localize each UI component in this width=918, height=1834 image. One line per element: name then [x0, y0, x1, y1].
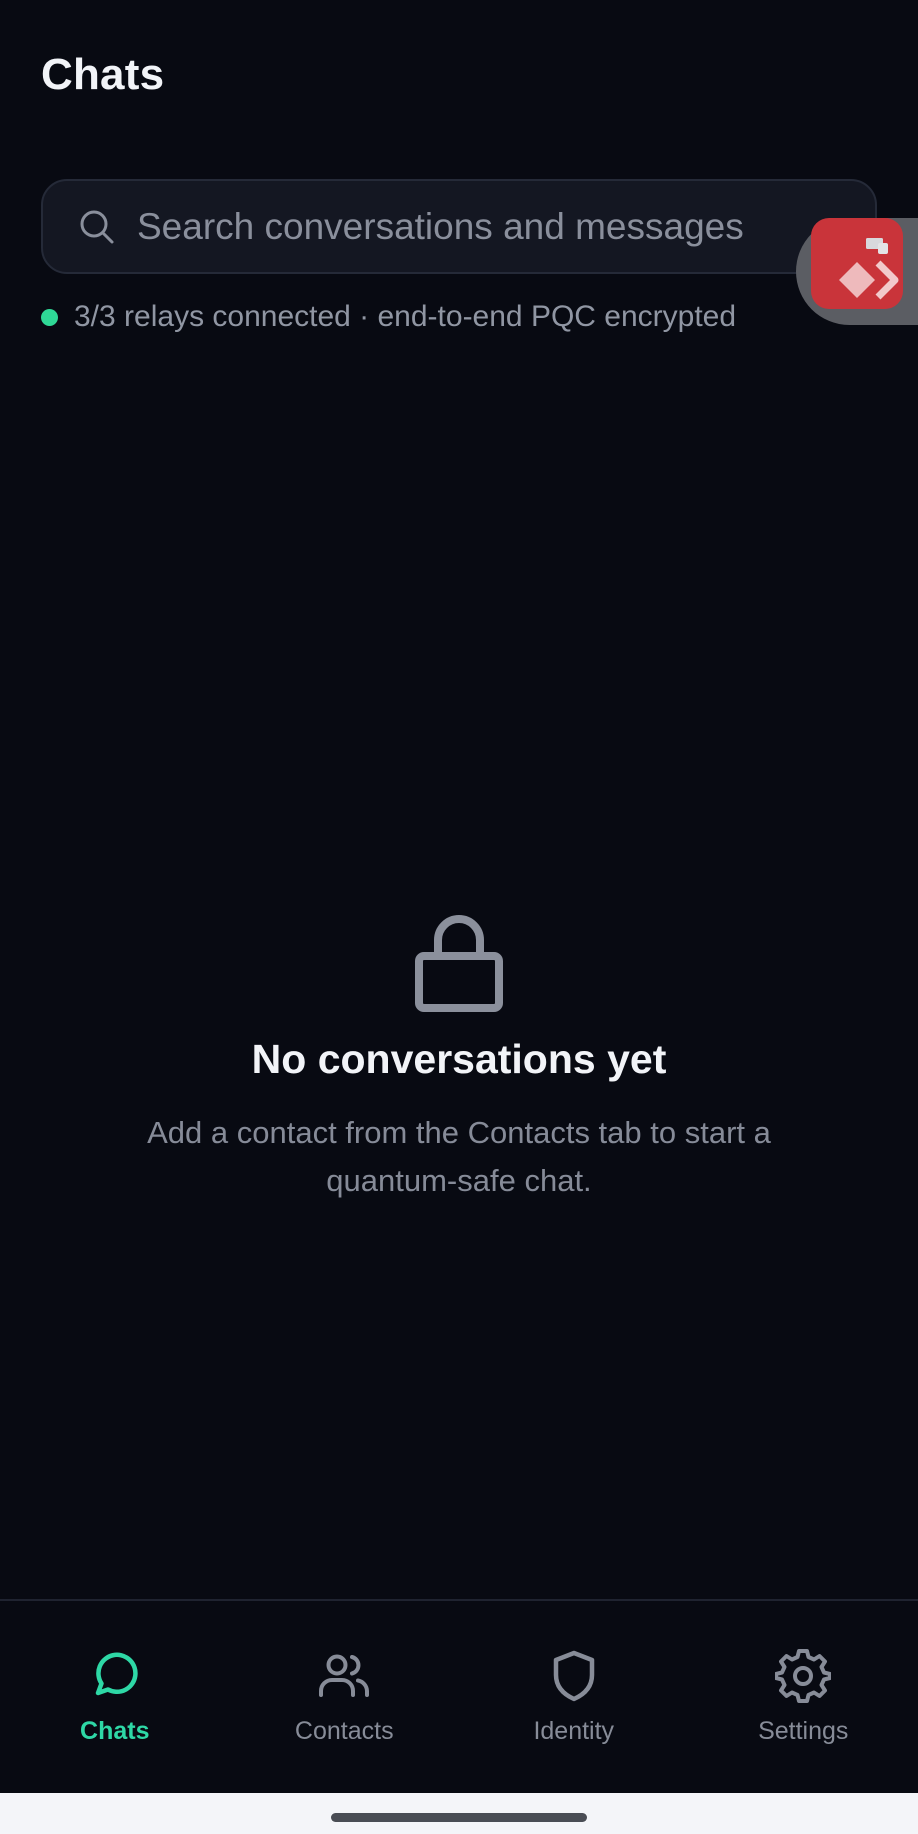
users-icon — [319, 1654, 370, 1697]
nav-label-settings: Settings — [758, 1717, 849, 1745]
status-indicator-dot — [41, 308, 58, 326]
page-title: Chats — [41, 50, 165, 99]
chats-screen: Chats 3/3 relays connected · end-to-end … — [0, 0, 918, 1834]
nav-item-identity[interactable]: Identity — [459, 1601, 689, 1793]
gear-icon — [775, 1649, 832, 1703]
search-icon — [80, 210, 114, 243]
nav-label-chats: Chats — [80, 1717, 150, 1745]
search-input[interactable] — [137, 181, 875, 272]
floating-remote-access-widget[interactable] — [796, 218, 918, 325]
system-gesture-area — [0, 1793, 918, 1834]
empty-state-title: No conversations yet — [251, 1036, 667, 1082]
bottom-navigation: Chats Contacts Identity Settings — [0, 1599, 918, 1793]
shield-icon — [553, 1650, 594, 1702]
chat-bubble-icon — [95, 1652, 138, 1696]
home-gesture-bar[interactable] — [331, 1813, 587, 1822]
search-bar[interactable] — [41, 179, 877, 274]
nav-item-contacts[interactable]: Contacts — [230, 1601, 460, 1793]
nav-item-settings[interactable]: Settings — [689, 1601, 918, 1793]
lock-icon — [415, 915, 503, 1012]
relay-status-text: 3/3 relays connected · end-to-end PQC en… — [74, 300, 737, 333]
nav-label-identity: Identity — [533, 1717, 615, 1745]
nav-item-chats[interactable]: Chats — [0, 1601, 230, 1793]
empty-state: No conversations yet Add a contact from … — [0, 910, 918, 1205]
remote-access-icon — [839, 238, 899, 300]
nav-label-contacts: Contacts — [294, 1717, 394, 1745]
empty-state-description: Add a contact from the Contacts tab to s… — [147, 1115, 771, 1198]
relay-status: 3/3 relays connected · end-to-end PQC en… — [41, 300, 736, 334]
